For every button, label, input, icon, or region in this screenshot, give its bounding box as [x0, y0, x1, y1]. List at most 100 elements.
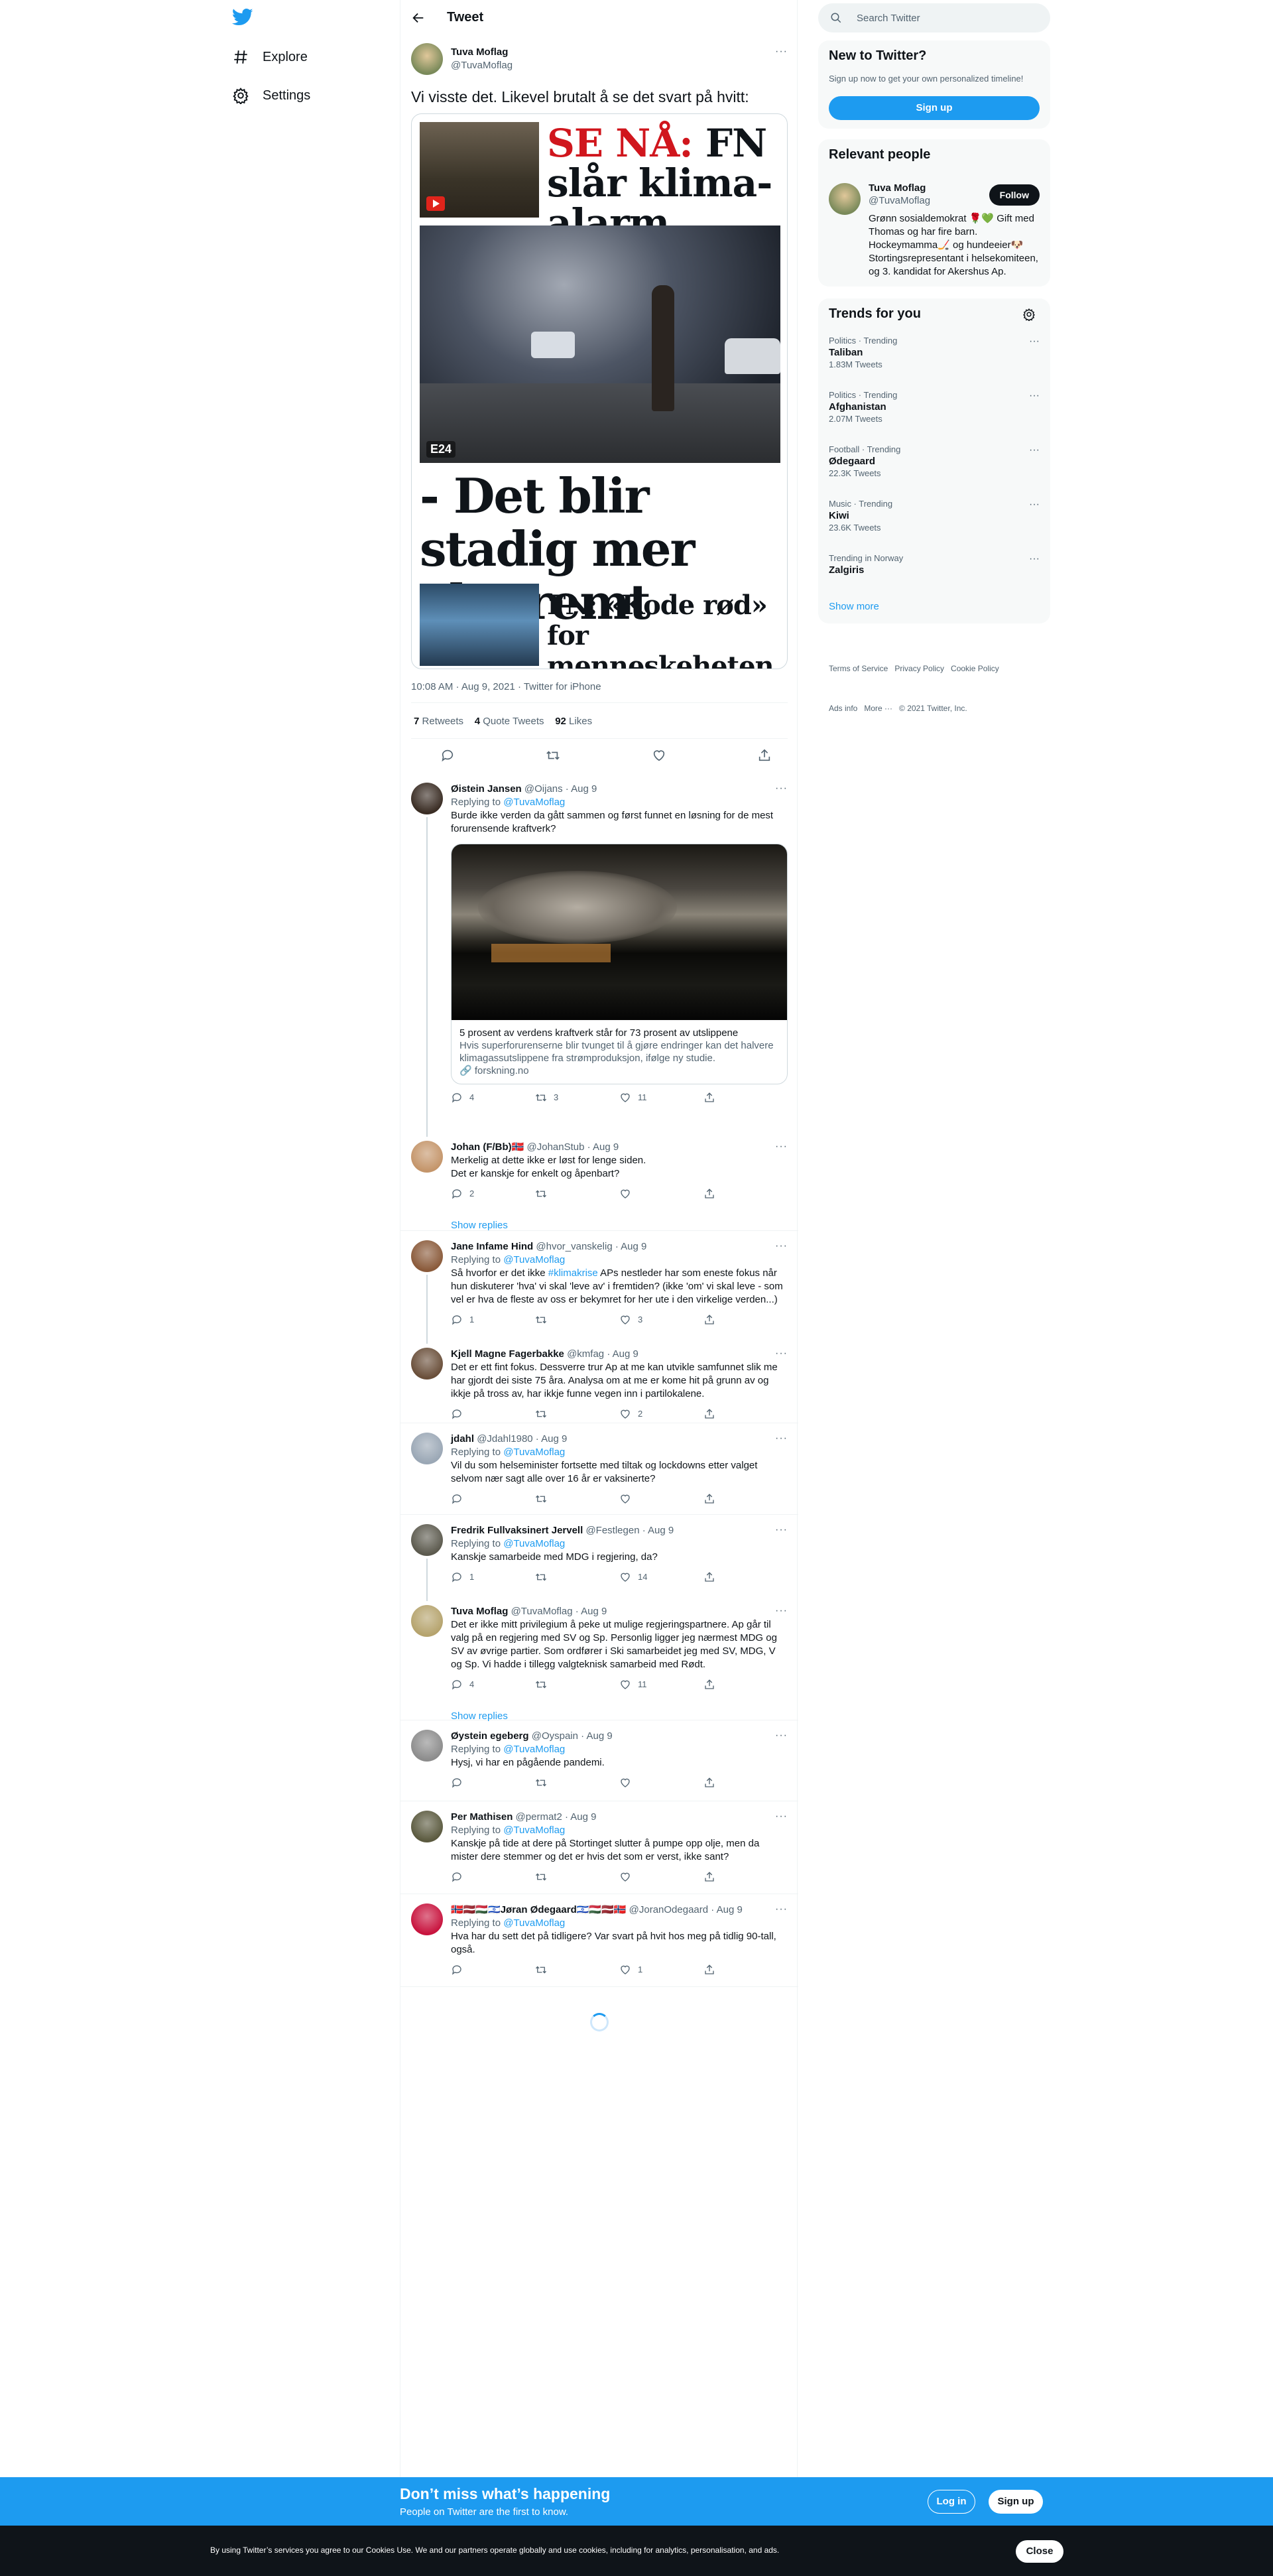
- share-icon[interactable]: [703, 1188, 715, 1200]
- trend-item[interactable]: Politics · Trending Afghanistan 2.07M Twee…: [829, 390, 1040, 424]
- retweet-icon[interactable]: [535, 1871, 547, 1883]
- share-icon[interactable]: [703, 1092, 715, 1104]
- reply-icon[interactable]: [451, 1679, 463, 1691]
- reply-icon[interactable]: [451, 1777, 463, 1789]
- hashtag-link[interactable]: #klimakrise: [548, 1267, 598, 1279]
- search-bar[interactable]: Search Twitter: [818, 3, 1050, 32]
- retweet-icon[interactable]: [535, 1408, 547, 1420]
- signup-button[interactable]: Sign up: [829, 96, 1040, 120]
- relevant-handle[interactable]: @TuvaMoflag: [869, 194, 930, 207]
- reply-author[interactable]: Øistein Jansen: [451, 783, 522, 795]
- author-name[interactable]: Tuva Moflag: [451, 46, 513, 59]
- reply-icon[interactable]: [451, 1314, 463, 1326]
- reply-handle[interactable]: @permat2 · Aug 9: [516, 1811, 597, 1823]
- trend-item[interactable]: Politics · Trending Taliban 1.83M Tweets ··…: [829, 336, 1040, 369]
- replying-to-link[interactable]: @TuvaMoflag: [503, 1254, 565, 1265]
- reply-handle[interactable]: @hvor_vanskelig · Aug 9: [536, 1241, 646, 1252]
- reply-handle[interactable]: @Festlegen · Aug 9: [585, 1525, 674, 1536]
- like-icon[interactable]: [619, 1964, 631, 1976]
- avatar[interactable]: [411, 43, 443, 75]
- share-icon[interactable]: [703, 1964, 715, 1976]
- reply-author[interactable]: Per Mathisen: [451, 1811, 513, 1823]
- avatar[interactable]: [829, 183, 861, 215]
- twitter-logo-icon[interactable]: [232, 8, 253, 30]
- trend-item[interactable]: Trending in Norway Zalgiris ···: [829, 553, 1040, 576]
- banner-signup-button[interactable]: Sign up: [989, 2490, 1043, 2514]
- reply-icon[interactable]: [451, 1188, 463, 1200]
- follow-button[interactable]: Follow: [989, 184, 1040, 206]
- cookie-close-button[interactable]: Close: [1016, 2540, 1063, 2563]
- reply-author[interactable]: Kjell Magne Fagerbakke: [451, 1348, 564, 1360]
- avatar[interactable]: [411, 783, 443, 814]
- more-icon[interactable]: ···: [775, 46, 788, 58]
- retweet-icon[interactable]: [535, 1571, 547, 1583]
- reply-handle[interactable]: @kmfag · Aug 9: [567, 1348, 638, 1360]
- quotes-stat[interactable]: 4 Quote Tweets: [475, 716, 544, 727]
- share-icon[interactable]: [703, 1408, 715, 1420]
- search-input[interactable]: Search Twitter: [857, 13, 920, 24]
- more-icon[interactable]: ···: [1029, 553, 1040, 565]
- reply-icon[interactable]: [451, 1408, 463, 1420]
- reply-tweet[interactable]: ··· Tuva Moflag @TuvaMoflag · Aug 9 Det er…: [400, 1596, 798, 1722]
- retweet-icon[interactable]: [535, 1679, 547, 1691]
- reply-tweet[interactable]: ··· Øistein Jansen @Oijans · Aug 9 Replyin…: [400, 773, 798, 1137]
- like-icon[interactable]: [619, 1777, 631, 1789]
- reply-icon[interactable]: [451, 1964, 463, 1976]
- share-icon[interactable]: [703, 1871, 715, 1883]
- retweet-icon[interactable]: [535, 1493, 547, 1505]
- retweet-icon[interactable]: [535, 1777, 547, 1789]
- share-icon[interactable]: [757, 748, 772, 763]
- share-icon[interactable]: [703, 1314, 715, 1326]
- reply-author[interactable]: Øystein egeberg: [451, 1730, 529, 1742]
- reply-handle[interactable]: @JohanStub · Aug 9: [527, 1141, 619, 1153]
- retweet-icon[interactable]: [535, 1314, 547, 1326]
- reply-icon[interactable]: [451, 1871, 463, 1883]
- reply-handle[interactable]: @TuvaMoflag · Aug 9: [511, 1606, 607, 1617]
- tweet-timestamp[interactable]: 10:08 AM · Aug 9, 2021 · Twitter for iPh…: [411, 681, 601, 692]
- replying-to-link[interactable]: @TuvaMoflag: [503, 797, 565, 808]
- nav-settings[interactable]: Settings: [219, 79, 324, 112]
- like-icon[interactable]: [619, 1188, 631, 1200]
- avatar[interactable]: [411, 1141, 443, 1173]
- footer-line-1[interactable]: Terms of Service Privacy Policy Cookie P…: [829, 662, 999, 675]
- reply-tweet[interactable]: ··· Øystein egeberg @Oyspain · Aug 9 Reply…: [400, 1720, 798, 1801]
- author-handle[interactable]: @TuvaMoflag: [451, 59, 513, 72]
- retweet-icon[interactable]: [546, 748, 560, 763]
- retweet-icon[interactable]: [535, 1188, 547, 1200]
- reply-handle[interactable]: @JoranOdegaard · Aug 9: [629, 1904, 743, 1915]
- likes-stat[interactable]: 92 Likes: [555, 716, 592, 727]
- avatar[interactable]: [411, 1433, 443, 1464]
- reply-author[interactable]: 🇳🇴🇱🇻🇭🇺🇮🇱Jøran Ødegaard🇮🇱🇭🇺🇱🇻🇳🇴: [451, 1904, 626, 1915]
- trend-item[interactable]: Music · Trending Kiwi 23.6K Tweets ···: [829, 499, 1040, 533]
- nav-explore[interactable]: Explore: [219, 40, 321, 74]
- like-icon[interactable]: [619, 1679, 631, 1691]
- tweet-image[interactable]: SE NÅ: FN slår klima-alarm E24 - Det bli…: [411, 113, 788, 669]
- footer-line-2[interactable]: Ads info More ··· © 2021 Twitter, Inc.: [829, 702, 999, 715]
- replying-to-link[interactable]: @TuvaMoflag: [503, 1447, 565, 1458]
- avatar[interactable]: [411, 1903, 443, 1935]
- share-icon[interactable]: [703, 1493, 715, 1505]
- reply-author[interactable]: jdahl: [451, 1433, 474, 1445]
- like-icon[interactable]: [652, 748, 666, 763]
- replying-to-link[interactable]: @TuvaMoflag: [503, 1825, 565, 1836]
- back-arrow-icon[interactable]: [411, 11, 426, 25]
- more-icon[interactable]: ···: [1029, 499, 1040, 511]
- reply-author[interactable]: Fredrik Fullvaksinert Jervell: [451, 1525, 583, 1536]
- replying-to-link[interactable]: @TuvaMoflag: [503, 1538, 565, 1549]
- reply-author[interactable]: Johan (F/Bb)🇳🇴: [451, 1141, 524, 1153]
- reply-author[interactable]: Jane Infame Hind: [451, 1241, 533, 1252]
- share-icon[interactable]: [703, 1777, 715, 1789]
- reply-tweet[interactable]: ··· Fredrik Fullvaksinert Jervell @Festle…: [400, 1515, 798, 1601]
- reply-tweet[interactable]: ··· jdahl @Jdahl1980 · Aug 9 Replying to @…: [400, 1423, 798, 1515]
- gear-icon[interactable]: [1022, 308, 1036, 321]
- footer-links[interactable]: Terms of Service Privacy Policy Cookie P…: [829, 635, 999, 741]
- share-icon[interactable]: [703, 1571, 715, 1583]
- retweets-stat[interactable]: 7 Retweets: [414, 716, 463, 727]
- reply-handle[interactable]: @Jdahl1980 · Aug 9: [477, 1433, 567, 1445]
- avatar[interactable]: [411, 1811, 443, 1842]
- reply-tweet[interactable]: ··· Johan (F/Bb)🇳🇴 @JohanStub · Aug 9 Merk…: [400, 1131, 798, 1231]
- reply-handle[interactable]: @Oyspain · Aug 9: [532, 1730, 613, 1742]
- reply-icon[interactable]: [451, 1571, 463, 1583]
- avatar[interactable]: [411, 1240, 443, 1272]
- avatar[interactable]: [411, 1730, 443, 1762]
